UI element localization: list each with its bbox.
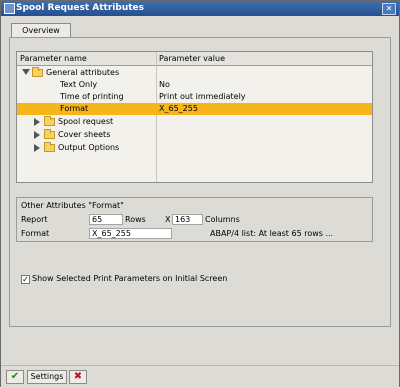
other-attributes-group: Other Attributes "Format" Report 65 Rows… [16, 197, 373, 242]
title-bar[interactable]: Spool Request Attributes ✕ [1, 1, 399, 16]
expand-arrow-icon[interactable] [34, 144, 40, 152]
tree-node-label: Output Options [58, 143, 120, 152]
tree-row-format[interactable]: Format X_65_255 [17, 103, 372, 115]
ok-button[interactable]: ✔ [6, 370, 24, 384]
tree-node-label: General attributes [46, 68, 120, 77]
tab-overview[interactable]: Overview [11, 23, 71, 37]
tree-header: Parameter name Parameter value [17, 52, 372, 66]
cancel-button[interactable]: ✖ [69, 370, 87, 384]
tree-node-cover-sheets[interactable]: Cover sheets [17, 129, 372, 141]
expand-arrow-icon[interactable] [34, 118, 40, 126]
folder-icon [44, 129, 55, 139]
folder-icon [44, 142, 55, 152]
open-folder-icon [32, 67, 43, 77]
report-label: Report [21, 215, 48, 224]
tree-row-time-of-printing[interactable]: Time of printing Print out immediately [17, 91, 372, 103]
parameter-value: No [159, 80, 170, 89]
group-title: Other Attributes "Format" [21, 201, 124, 210]
show-parameters-label[interactable]: Show Selected Print Parameters on Initia… [32, 274, 227, 283]
close-icon: ✕ [385, 4, 393, 13]
tree-node-label: Cover sheets [58, 130, 111, 139]
parameter-tree: Parameter name Parameter value General a… [16, 51, 373, 183]
tree-node-output-options[interactable]: Output Options [17, 142, 372, 154]
columns-field[interactable]: 163 [172, 214, 203, 225]
window-title: Spool Request Attributes [16, 3, 144, 13]
parameter-value: X_65_255 [159, 104, 198, 113]
tree-row-text-only[interactable]: Text Only No [17, 79, 372, 91]
format-field[interactable]: X_65_255 [89, 228, 172, 239]
red-x-icon: ✖ [73, 371, 83, 382]
rows-label: Rows [125, 215, 146, 224]
tree-node-spool-request[interactable]: Spool request [17, 116, 372, 128]
collapse-arrow-icon[interactable] [22, 69, 30, 75]
green-check-icon: ✔ [10, 371, 20, 382]
spool-request-window: Spool Request Attributes ✕ Overview Para… [0, 0, 400, 388]
tree-node-label: Spool request [58, 117, 114, 126]
format-label: Format [21, 229, 50, 238]
parameter-name: Time of printing [60, 92, 124, 101]
footer-toolbar: ✔ Settings ✖ [1, 365, 399, 388]
parameter-name: Format [60, 104, 89, 113]
expand-arrow-icon[interactable] [34, 131, 40, 139]
folder-icon [44, 116, 55, 126]
close-button[interactable]: ✕ [382, 3, 396, 15]
columns-label: Columns [205, 215, 240, 224]
format-description: ABAP/4 list: At least 65 rows ... [210, 229, 334, 238]
column-header-parameter-value[interactable]: Parameter value [159, 54, 225, 63]
settings-button[interactable]: Settings [27, 370, 67, 384]
show-parameters-checkbox[interactable]: ✓ [21, 275, 30, 284]
tree-node-general-attributes[interactable]: General attributes [17, 67, 372, 79]
x-label: X [165, 215, 171, 224]
column-header-parameter-name[interactable]: Parameter name [20, 54, 87, 63]
parameter-value: Print out immediately [159, 92, 246, 101]
parameter-name: Text Only [60, 80, 98, 89]
window-icon [4, 3, 15, 14]
rows-field[interactable]: 65 [89, 214, 123, 225]
